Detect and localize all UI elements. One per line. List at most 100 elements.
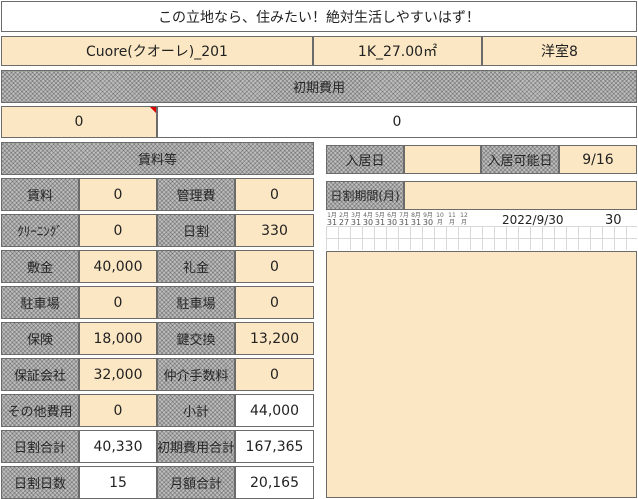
prorate-period-label: 日割期間(月) bbox=[326, 181, 404, 210]
summary-left-value[interactable]: 0 bbox=[1, 106, 157, 138]
costs-header: 賃料等 bbox=[1, 142, 314, 175]
cost-value-text: 15 bbox=[109, 474, 127, 491]
cost-value-text: 32,000 bbox=[93, 366, 143, 383]
cost-value[interactable]: 0 bbox=[79, 394, 157, 427]
available-date-label-text: 入居可能日 bbox=[487, 154, 553, 169]
cost-value-text: 40,330 bbox=[93, 438, 143, 455]
cost-value[interactable]: 0 bbox=[235, 286, 314, 319]
cost-value-text: 13,200 bbox=[250, 330, 299, 347]
cost-value-text: 20,165 bbox=[250, 474, 299, 491]
property-layout[interactable]: 1K_27.00㎡ bbox=[313, 36, 482, 66]
cost-label-text: 敷金 bbox=[26, 261, 53, 276]
cost-label: ｸﾘｰﾆﾝｸﾞ bbox=[1, 214, 79, 247]
cost-value-text: 0 bbox=[270, 186, 279, 203]
summary-right-value[interactable]: 0 bbox=[157, 106, 637, 138]
calendar-month-label: 11月 bbox=[448, 212, 456, 226]
cost-label: 月額合計 bbox=[157, 466, 235, 499]
summary-left-text: 0 bbox=[74, 114, 84, 130]
cost-value[interactable]: 167,365 bbox=[235, 430, 314, 463]
cost-label: 仲介手数料 bbox=[157, 358, 235, 391]
cost-label-text: 初期費用合計 bbox=[157, 441, 235, 456]
cost-value[interactable]: 330 bbox=[235, 214, 314, 247]
cost-value-text: 0 bbox=[113, 222, 123, 239]
cost-label-text: 日割合計 bbox=[13, 441, 66, 456]
cost-value-text: 0 bbox=[113, 294, 123, 311]
cost-value[interactable]: 40,330 bbox=[79, 430, 157, 463]
cost-value[interactable]: 0 bbox=[235, 250, 314, 283]
cost-label-text: 小計 bbox=[182, 405, 209, 420]
cost-label: 賃料 bbox=[1, 178, 79, 211]
cost-value[interactable]: 0 bbox=[79, 286, 157, 319]
cost-value[interactable]: 32,000 bbox=[79, 358, 157, 391]
cost-label: 駐車場 bbox=[1, 286, 79, 319]
cost-label: 鍵交換 bbox=[157, 322, 235, 355]
available-date-value[interactable]: 9/16 bbox=[559, 145, 637, 174]
cost-label-text: 保証会社 bbox=[13, 369, 66, 384]
cost-value[interactable]: 0 bbox=[235, 358, 314, 391]
cost-value-text: 40,000 bbox=[93, 258, 143, 275]
cost-value[interactable]: 18,000 bbox=[79, 322, 157, 355]
cost-label: 日割日数 bbox=[1, 466, 79, 499]
cost-value-text: 0 bbox=[270, 258, 279, 275]
cost-value-text: 0 bbox=[113, 186, 123, 203]
move-in-date-label: 入居日 bbox=[326, 145, 404, 174]
costs-header-label: 賃料等 bbox=[137, 153, 177, 168]
calendar-month-label: 10月 bbox=[436, 212, 444, 226]
cost-label-text: 日割日数 bbox=[13, 477, 66, 492]
cost-value[interactable]: 0 bbox=[79, 214, 157, 247]
banner-text: この立地なら、住みたい！絶対生活しやすいはず！ bbox=[1, 1, 637, 32]
calendar-month-label: 12月 bbox=[460, 212, 468, 226]
cost-label-text: 月額合計 bbox=[169, 477, 222, 492]
cost-label-text: ｸﾘｰﾆﾝｸﾞ bbox=[17, 225, 63, 240]
cost-label: 保険 bbox=[1, 322, 79, 355]
comment-marker-icon bbox=[150, 107, 156, 113]
available-date-label: 入居可能日 bbox=[481, 145, 559, 174]
cost-value-text: 167,365 bbox=[245, 438, 304, 455]
cost-label: 日割 bbox=[157, 214, 235, 247]
cost-label: 小計 bbox=[157, 394, 235, 427]
cost-value-text: 0 bbox=[270, 294, 279, 311]
cost-label-text: 賃料 bbox=[26, 189, 53, 204]
cost-value-text: 0 bbox=[270, 366, 279, 383]
notes-area[interactable] bbox=[326, 251, 637, 498]
cost-value-text: 0 bbox=[113, 402, 123, 419]
cost-label-text: 管理費 bbox=[176, 189, 216, 204]
cost-label: 初期費用合計 bbox=[157, 430, 235, 463]
cost-label: 駐車場 bbox=[157, 286, 235, 319]
cost-value[interactable]: 20,165 bbox=[235, 466, 314, 499]
cost-value[interactable]: 40,000 bbox=[79, 250, 157, 283]
cost-label-text: 日割 bbox=[182, 225, 209, 240]
property-name[interactable]: Cuore(クオーレ)_201 bbox=[1, 36, 313, 66]
cost-label: 管理費 bbox=[157, 178, 235, 211]
move-in-date-value[interactable] bbox=[404, 145, 481, 174]
cost-value-text: 18,000 bbox=[93, 330, 143, 347]
prorate-period-label-text: 日割期間(月) bbox=[330, 189, 400, 203]
cost-label-text: 保険 bbox=[26, 333, 53, 348]
cost-label-text: その他費用 bbox=[7, 405, 73, 420]
cost-label-text: 礼金 bbox=[182, 261, 209, 276]
section-header: 初期費用 bbox=[1, 70, 637, 103]
cost-label-text: 仲介手数料 bbox=[163, 369, 229, 384]
section-header-label: 初期費用 bbox=[292, 81, 345, 96]
cost-value-text: 44,000 bbox=[250, 402, 299, 419]
calendar-grid bbox=[326, 226, 637, 250]
prorate-period-value[interactable] bbox=[404, 181, 637, 210]
cost-label-text: 駐車場 bbox=[20, 297, 60, 312]
cost-value[interactable]: 15 bbox=[79, 466, 157, 499]
move-in-date-label-text: 入居日 bbox=[345, 154, 385, 169]
cost-value[interactable]: 0 bbox=[235, 178, 314, 211]
spreadsheet: この立地なら、住みたい！絶対生活しやすいはず！ Cuore(クオーレ)_201 … bbox=[0, 0, 638, 499]
cost-value-text: 330 bbox=[261, 222, 288, 239]
cost-label: 日割合計 bbox=[1, 430, 79, 463]
cost-label: その他費用 bbox=[1, 394, 79, 427]
month-end-date: 2022/9/30 bbox=[502, 213, 564, 227]
cost-label: 保証会社 bbox=[1, 358, 79, 391]
cost-label: 礼金 bbox=[157, 250, 235, 283]
property-room[interactable]: 洋室8 bbox=[482, 36, 637, 66]
cost-value[interactable]: 44,000 bbox=[235, 394, 314, 427]
cost-value[interactable]: 0 bbox=[79, 178, 157, 211]
cost-value[interactable]: 13,200 bbox=[235, 322, 314, 355]
cost-label: 敷金 bbox=[1, 250, 79, 283]
cost-label-text: 鍵交換 bbox=[176, 333, 216, 348]
cost-label-text: 駐車場 bbox=[176, 297, 216, 312]
